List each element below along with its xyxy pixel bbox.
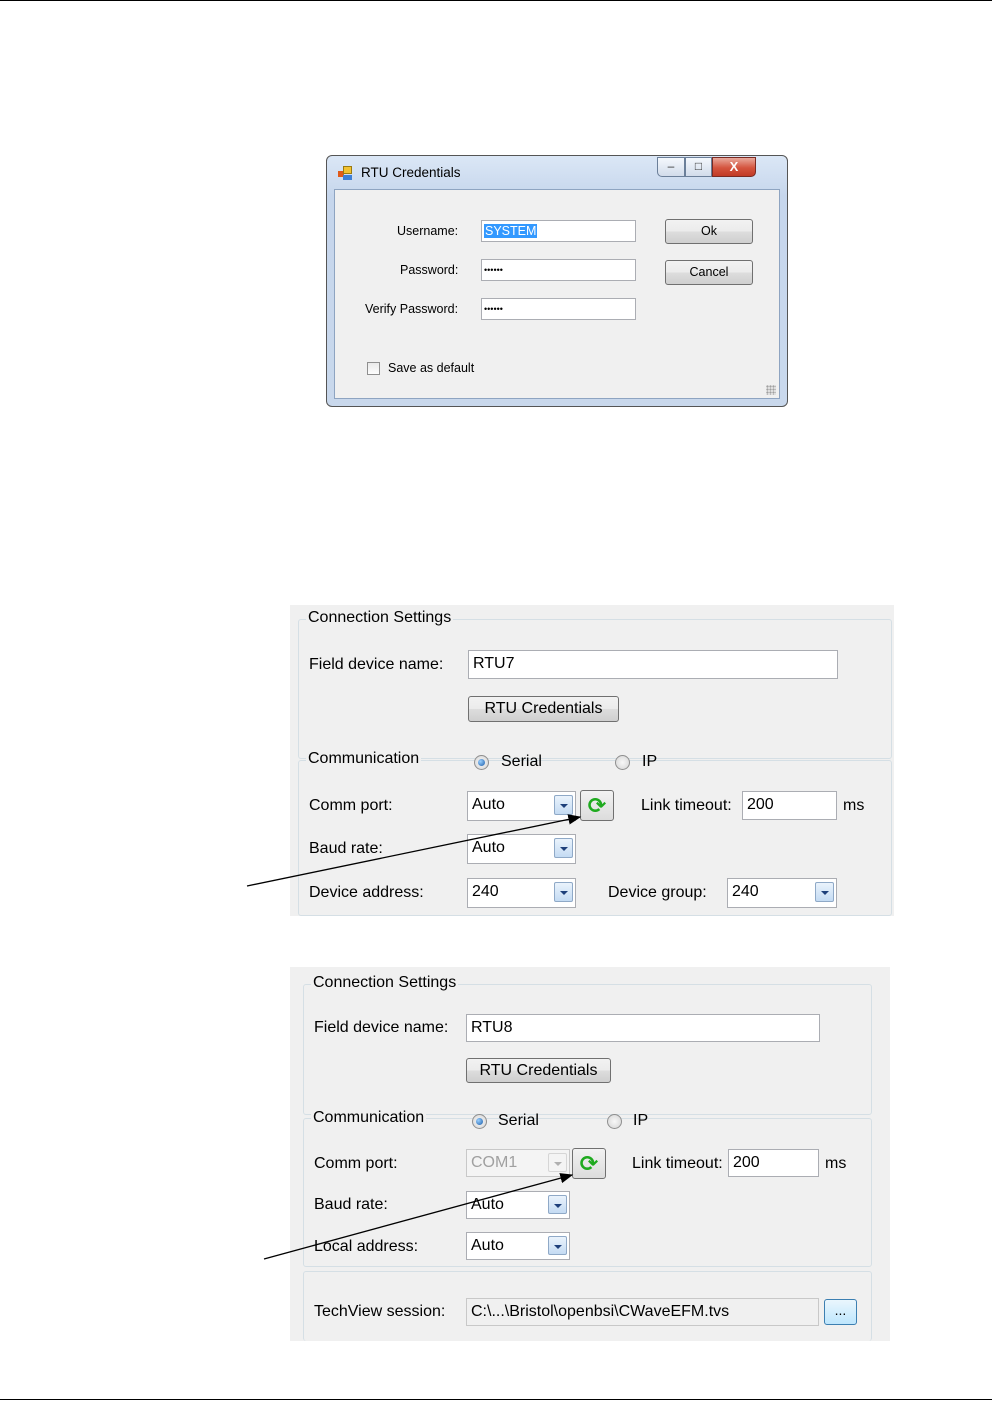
- bottom-rule: [0, 1399, 992, 1400]
- annotation-arrow-2: [263, 1173, 574, 1260]
- annotation-arrow-1: [246, 814, 582, 887]
- annotation-arrows: [246, 814, 582, 1260]
